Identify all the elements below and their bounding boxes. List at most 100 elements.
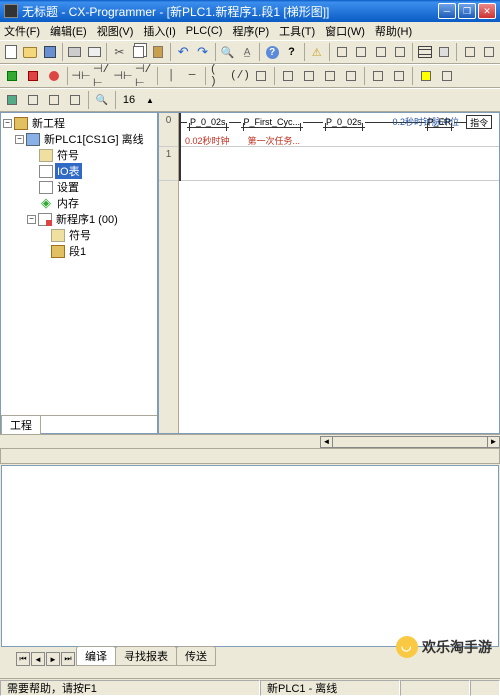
contact-4[interactable]: P_ER [425, 117, 455, 128]
open-button[interactable] [21, 42, 39, 62]
watermark-icon [396, 636, 418, 658]
window-title: 无标题 - CX-Programmer - [新PLC1.新程序1.段1 [梯形… [22, 3, 438, 20]
menu-file[interactable]: 文件(F) [4, 23, 40, 39]
tab-nav-next[interactable]: ► [46, 652, 60, 666]
view4-button[interactable] [391, 42, 409, 62]
goto-button[interactable]: A̲ [238, 42, 256, 62]
output-gripper[interactable] [0, 448, 500, 464]
ladder-opt3-button[interactable] [320, 66, 340, 86]
tab-nav-last[interactable]: ⏭ [61, 652, 75, 666]
online-button[interactable] [2, 66, 22, 86]
tree-symbols[interactable]: 符号 [3, 147, 155, 163]
scroll-left-button[interactable]: ◄ [321, 437, 333, 447]
coil-n-button[interactable]: (/) [230, 66, 250, 86]
ladder-opt4-button[interactable] [341, 66, 361, 86]
scroll-right-button[interactable]: ► [487, 437, 499, 447]
hline-button[interactable]: ─ [182, 66, 202, 86]
menu-tool[interactable]: 工具(T) [279, 23, 315, 39]
tree-settings[interactable]: 设置 [3, 179, 155, 195]
menu-view[interactable]: 视图(V) [97, 23, 134, 39]
output-body[interactable] [1, 465, 499, 647]
menu-plc[interactable]: PLC(C) [186, 25, 223, 37]
view3-button[interactable] [371, 42, 389, 62]
menu-help[interactable]: 帮助(H) [375, 23, 412, 39]
contact-1[interactable]: P_0_02s [187, 117, 229, 128]
tree-segment[interactable]: 段1 [3, 243, 155, 259]
contact-or-button[interactable]: ⊣⊢ [113, 66, 133, 86]
tree-prog-symbols[interactable]: 符号 [3, 227, 155, 243]
offline-button[interactable] [23, 66, 43, 86]
whats-this-button[interactable]: ? [282, 42, 300, 62]
zoom-up-button[interactable]: ▲ [140, 90, 160, 110]
editor-scrollbar[interactable]: ◄ ► [0, 434, 500, 448]
expand-icon[interactable]: − [3, 119, 12, 128]
tab-nav-prev[interactable]: ◄ [31, 652, 45, 666]
coil-button[interactable]: ( ) [209, 66, 229, 86]
contact-no-button[interactable]: ⊣⊢ [71, 66, 91, 86]
copy-button[interactable] [130, 42, 148, 62]
stop-button[interactable] [44, 66, 64, 86]
tree-root[interactable]: − 新工程 [3, 115, 155, 131]
tab-nav-first[interactable]: ⏮ [16, 652, 30, 666]
project-tree-button[interactable] [2, 90, 22, 110]
rung-1[interactable] [179, 147, 499, 181]
tree-memory[interactable]: ◈ 内存 [3, 195, 155, 211]
output-win-button[interactable] [23, 90, 43, 110]
maximize-button[interactable]: ❐ [458, 3, 476, 19]
tree-io[interactable]: IO表 [3, 163, 155, 179]
vline-button[interactable]: │ [161, 66, 181, 86]
ladder-opt2-button[interactable] [299, 66, 319, 86]
cut-button[interactable]: ✂ [110, 42, 128, 62]
contact-2[interactable]: P_First_Cyc... [241, 117, 304, 128]
expand-icon[interactable]: − [27, 215, 36, 224]
tab-project[interactable]: 工程 [1, 415, 41, 434]
toggle2-button[interactable] [480, 42, 498, 62]
tree-plc[interactable]: − 新PLC1[CS1G] 离线 [3, 131, 155, 147]
view1-button[interactable] [333, 42, 351, 62]
ladder-button[interactable] [416, 42, 434, 62]
toggle1-button[interactable] [460, 42, 478, 62]
paste-button[interactable] [149, 42, 167, 62]
tab-transfer[interactable]: 传送 [176, 646, 216, 666]
project-tree[interactable]: − 新工程 − 新PLC1[CS1G] 离线 符号 IO表 [1, 113, 157, 415]
contact-nc-button[interactable]: ⊣/⊢ [92, 66, 112, 86]
find-button[interactable]: 🔍 [219, 42, 237, 62]
instruction-box[interactable]: 指令 [466, 115, 492, 129]
help-button[interactable]: ? [263, 42, 281, 62]
contact-orn-button[interactable]: ⊣/⊢ [134, 66, 154, 86]
undo-button[interactable]: ↶ [174, 42, 192, 62]
close-button[interactable]: ✕ [478, 3, 496, 19]
tree-program[interactable]: − 新程序1 (00) [3, 211, 155, 227]
ladder-opt1-button[interactable] [278, 66, 298, 86]
menu-insert[interactable]: 插入(I) [143, 23, 175, 39]
watch-win-button[interactable] [44, 90, 64, 110]
plc-icon [26, 133, 40, 146]
save-button[interactable] [41, 42, 59, 62]
zoom-button[interactable]: 🔍 [92, 90, 112, 110]
ladder-opt6-button[interactable] [389, 66, 409, 86]
rung-0[interactable]: 0.2秒时钟脉冲位 P_0_02s P_First_Cyc... P_0_02s… [179, 113, 499, 147]
ladder-area[interactable]: 0.2秒时钟脉冲位 P_0_02s P_First_Cyc... P_0_02s… [179, 113, 499, 433]
contact-3[interactable]: P_0_02s [323, 117, 365, 128]
menu-window[interactable]: 窗口(W) [325, 23, 365, 39]
status-help: 需要帮助，请按F1 [0, 680, 260, 696]
tab-compile[interactable]: 编译 [76, 646, 116, 666]
new-button[interactable] [2, 42, 20, 62]
address-button[interactable] [65, 90, 85, 110]
preview-button[interactable] [85, 42, 103, 62]
menu-edit[interactable]: 编辑(E) [50, 23, 87, 39]
mnemonic-button[interactable] [435, 42, 453, 62]
ladder-editor[interactable]: 0 1 0.2秒时钟脉冲位 P_0_02s P_First_Cyc... P_0… [158, 112, 500, 434]
instruction-button[interactable] [251, 66, 271, 86]
warn-button[interactable]: ⚠ [308, 42, 326, 62]
ladder-opt7-button[interactable] [437, 66, 457, 86]
print-button[interactable] [66, 42, 84, 62]
redo-button[interactable]: ↷ [193, 42, 211, 62]
menu-program[interactable]: 程序(P) [232, 23, 269, 39]
expand-icon[interactable]: − [15, 135, 24, 144]
minimize-button[interactable]: ─ [438, 3, 456, 19]
monitor-button[interactable] [416, 66, 436, 86]
ladder-opt5-button[interactable] [368, 66, 388, 86]
tab-find[interactable]: 寻找报表 [115, 646, 177, 666]
view2-button[interactable] [352, 42, 370, 62]
